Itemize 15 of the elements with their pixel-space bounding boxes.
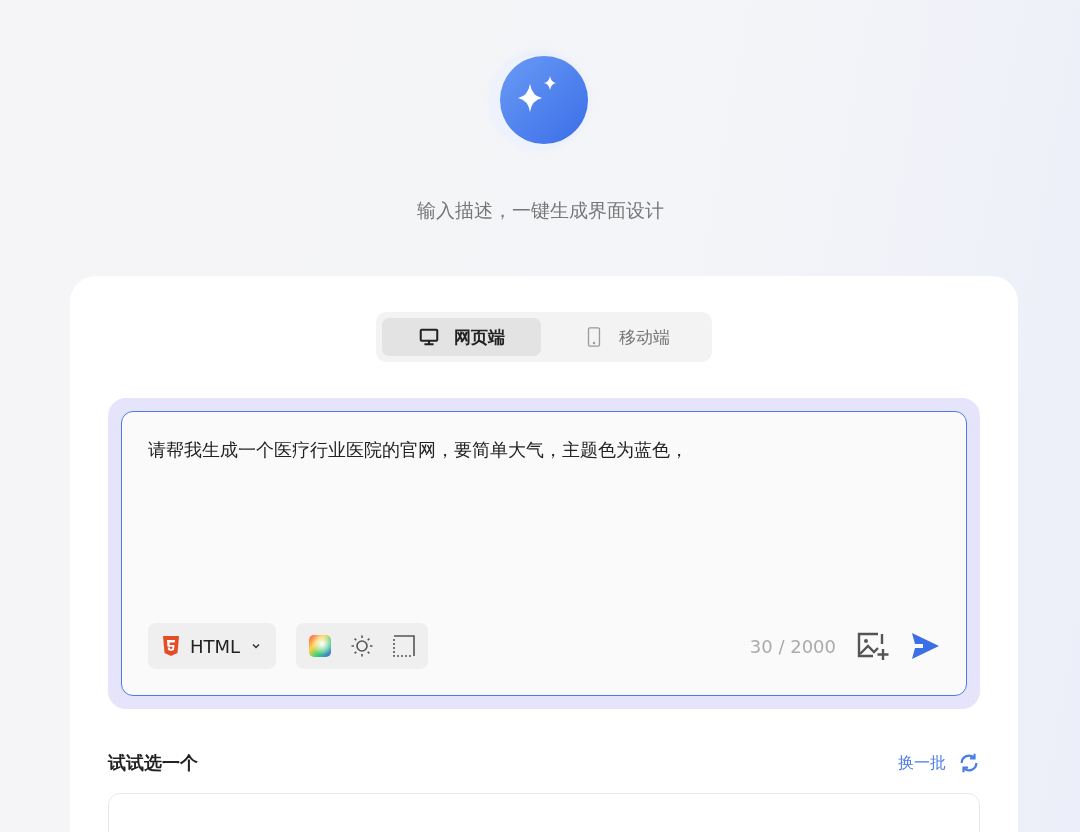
platform-tab[interactable]: 移动端 xyxy=(547,318,706,356)
html5-icon xyxy=(162,636,180,656)
crop-button[interactable] xyxy=(392,634,417,658)
prompt-field[interactable]: 请帮我生成一个医疗行业医院的官网，要简单大气，主题色为蓝色， HTML 30 / 2000 xyxy=(121,411,967,696)
section-title: 试试选一个 xyxy=(108,751,198,775)
refresh-icon[interactable] xyxy=(958,752,980,774)
monitor-icon xyxy=(418,326,440,348)
refresh-link[interactable]: 换一批 xyxy=(898,752,946,774)
character-counter: 30 / 2000 xyxy=(749,635,836,657)
platform-tab[interactable]: 网页端 xyxy=(382,318,541,356)
add-image-button[interactable] xyxy=(856,631,890,661)
brightness-button[interactable] xyxy=(350,634,375,658)
send-button[interactable] xyxy=(910,632,940,660)
framework-dropdown[interactable]: HTML xyxy=(148,623,277,669)
subtitle: 输入描述，一键生成界面设计 xyxy=(416,198,664,223)
